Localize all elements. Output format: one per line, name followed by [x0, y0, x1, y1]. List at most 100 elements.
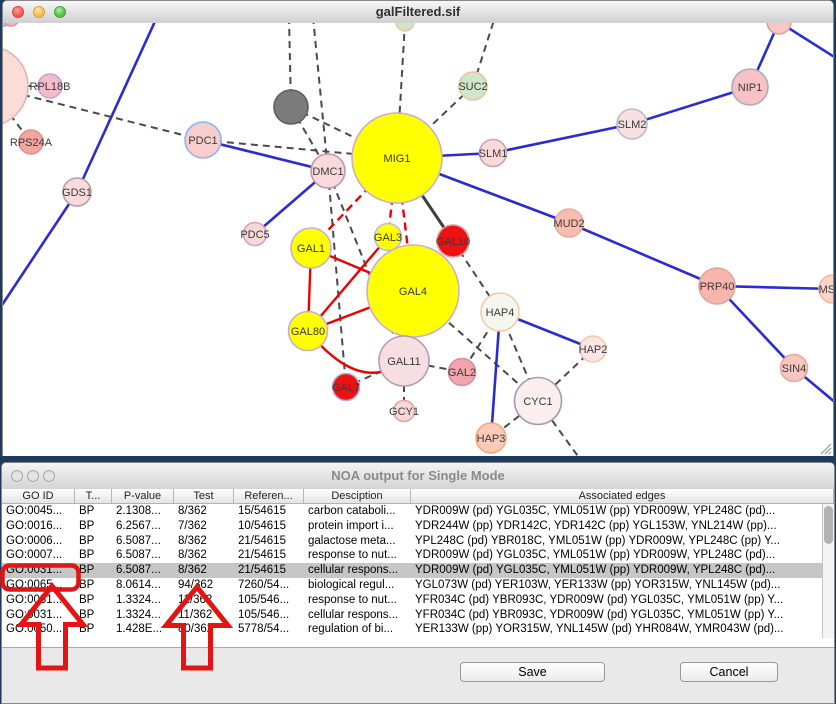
- table-cell[interactable]: GO:0016...: [2, 519, 75, 534]
- table-cell[interactable]: cellular respons...: [304, 563, 411, 578]
- table-cell[interactable]: 7/362: [174, 519, 234, 534]
- graph-node-gray[interactable]: [274, 90, 308, 124]
- table-cell[interactable]: carbon cataboli...: [304, 504, 411, 519]
- table-cell[interactable]: YPL248C (pd) YBR018C, YML051W (pp) YDR00…: [411, 534, 822, 549]
- table-cell[interactable]: BP: [75, 578, 112, 593]
- table-cell[interactable]: 105/546...: [234, 608, 304, 623]
- scrollbar-thumb[interactable]: [824, 506, 833, 544]
- column-header-p-value[interactable]: P-value: [112, 489, 174, 504]
- table-cell[interactable]: YDR009W (pd) YGL035C, YML051W (pp) YDR00…: [411, 504, 822, 519]
- table-cell[interactable]: BP: [75, 622, 112, 637]
- graph-node-green[interactable]: [396, 23, 414, 31]
- table-cell[interactable]: BP: [75, 563, 112, 578]
- minimize-button[interactable]: [33, 6, 45, 18]
- table-cell[interactable]: BP: [75, 534, 112, 549]
- table-cell[interactable]: BP: [75, 593, 112, 608]
- column-header-associated-edges[interactable]: Associated edges: [411, 489, 834, 504]
- table-cell[interactable]: 2.1308...: [112, 504, 174, 519]
- table-row[interactable]: GO:0065...BP8.0614...94/3627260/54...bio…: [2, 578, 822, 593]
- table-cell[interactable]: YDR009W (pd) YGL035C, YML051W (pp) YDR00…: [411, 548, 822, 563]
- column-header-t[interactable]: T...: [75, 489, 112, 504]
- graph-edge[interactable]: [3, 192, 77, 308]
- table-cell[interactable]: 1.428E...: [112, 622, 174, 637]
- table-cell[interactable]: GO:0031...: [2, 608, 75, 623]
- resize-grip-icon[interactable]: [821, 444, 831, 454]
- table-cell[interactable]: GO:0065...: [2, 578, 75, 593]
- table-cell[interactable]: biological regul...: [304, 578, 411, 593]
- minimize-button-inactive[interactable]: [27, 470, 39, 482]
- table-cell[interactable]: 7260/54...: [234, 578, 304, 593]
- cancel-button[interactable]: Cancel: [680, 662, 778, 682]
- graph-edge[interactable]: [77, 23, 157, 192]
- table-cell[interactable]: YFR034C (pd) YBR093C, YDR009W (pd) YGL03…: [411, 608, 822, 623]
- table-cell[interactable]: 11/362: [174, 608, 234, 623]
- column-header-desciption[interactable]: Desciption: [304, 489, 411, 504]
- table-cell[interactable]: 6.5087...: [112, 534, 174, 549]
- table-cell[interactable]: 8.0614...: [112, 578, 174, 593]
- column-header-go-id[interactable]: GO ID: [2, 489, 75, 504]
- table-row[interactable]: GO:0007...BP6.5087...8/36221/54615respon…: [2, 548, 822, 563]
- table-row[interactable]: GO:0031...BP6.5087...8/36221/54615cellul…: [2, 563, 822, 578]
- graph-edge[interactable]: [569, 223, 717, 286]
- table-row[interactable]: GO:0006...BP6.5087...8/36221/54615galact…: [2, 534, 822, 549]
- graph-node-pinktop[interactable]: [767, 23, 791, 34]
- table-cell[interactable]: 11/362: [174, 593, 234, 608]
- table-cell[interactable]: 6.5087...: [112, 548, 174, 563]
- table-cell[interactable]: YDR244W (pp) YDR142C, YDR142C (pp) YGL15…: [411, 519, 822, 534]
- table-cell[interactable]: YGL073W (pd) YER103W, YER133W (pp) YOR31…: [411, 578, 822, 593]
- table-cell[interactable]: 8/362: [174, 504, 234, 519]
- zoom-button[interactable]: [54, 6, 66, 18]
- table-cell[interactable]: response to nut...: [304, 593, 411, 608]
- table-cell[interactable]: GO:0050...: [2, 622, 75, 637]
- table-cell[interactable]: GO:0031...: [2, 593, 75, 608]
- table-header-row[interactable]: GO IDT...P-valueTestReferen...Desciption…: [2, 489, 834, 504]
- table-row[interactable]: GO:0045...BP2.1308...8/36215/54615carbon…: [2, 504, 822, 519]
- table-cell[interactable]: YER133W (pp) YOR315W, YNL145W (pd) YHR08…: [411, 622, 822, 637]
- table-cell[interactable]: GO:0045...: [2, 504, 75, 519]
- close-button-inactive[interactable]: [11, 470, 23, 482]
- table-cell[interactable]: 105/546...: [234, 593, 304, 608]
- column-header-referen[interactable]: Referen...: [234, 489, 304, 504]
- table-cell[interactable]: GO:0007...: [2, 548, 75, 563]
- table-cell[interactable]: protein import i...: [304, 519, 411, 534]
- table-cell[interactable]: galactose meta...: [304, 534, 411, 549]
- table-cell[interactable]: 15/54615: [234, 504, 304, 519]
- graph-edge[interactable]: [493, 124, 632, 153]
- table-cell[interactable]: 8/362: [174, 548, 234, 563]
- table-row[interactable]: GO:0031...BP1.3324...11/362105/546...res…: [2, 593, 822, 608]
- zoom-button-inactive[interactable]: [43, 470, 55, 482]
- table-body[interactable]: GO:0045...BP2.1308...8/36215/54615carbon…: [2, 504, 822, 638]
- table-cell[interactable]: 21/54615: [234, 548, 304, 563]
- graph-edge[interactable]: [203, 140, 328, 171]
- save-button[interactable]: Save: [460, 662, 605, 682]
- table-cell[interactable]: GO:0006...: [2, 534, 75, 549]
- table-cell[interactable]: cellular respons...: [304, 608, 411, 623]
- column-header-test[interactable]: Test: [174, 489, 234, 504]
- network-canvas[interactable]: RPL18BRPS24AGDS1PDC1PDC5DMC1MIG1SUC2SLM1…: [3, 23, 833, 456]
- graph-node-big[interactable]: [3, 46, 28, 126]
- table-cell[interactable]: 5778/54...: [234, 622, 304, 637]
- table-cell[interactable]: 6.5087...: [112, 563, 174, 578]
- table-cell[interactable]: 21/54615: [234, 563, 304, 578]
- table-cell[interactable]: 21/54615: [234, 534, 304, 549]
- table-cell[interactable]: 8/362: [174, 534, 234, 549]
- table-row[interactable]: GO:0031...BP1.3324...11/362105/546...cel…: [2, 608, 822, 623]
- table-cell[interactable]: BP: [75, 504, 112, 519]
- table-cell[interactable]: YFR034C (pd) YBR093C, YDR009W (pd) YGL03…: [411, 593, 822, 608]
- table-cell[interactable]: 8/362: [174, 563, 234, 578]
- table-cell[interactable]: BP: [75, 548, 112, 563]
- table-cell[interactable]: GO:0031...: [2, 563, 75, 578]
- table-cell[interactable]: 1.3324...: [112, 608, 174, 623]
- network-canvas-area[interactable]: RPL18BRPS24AGDS1PDC1PDC5DMC1MIG1SUC2SLM1…: [3, 23, 833, 456]
- table-cell[interactable]: regulation of bi...: [304, 622, 411, 637]
- table-cell[interactable]: BP: [75, 608, 112, 623]
- table-row[interactable]: GO:0016...BP6.2567...7/36210/54615protei…: [2, 519, 822, 534]
- table-cell[interactable]: BP: [75, 519, 112, 534]
- table-row[interactable]: GO:0050...BP1.428E...80/3625778/54...reg…: [2, 622, 822, 637]
- table-cell[interactable]: 94/362: [174, 578, 234, 593]
- table-cell[interactable]: 10/54615: [234, 519, 304, 534]
- table-cell[interactable]: 1.3324...: [112, 593, 174, 608]
- table-cell[interactable]: YDR009W (pd) YGL035C, YML051W (pp) YDR00…: [411, 563, 822, 578]
- table-cell[interactable]: response to nut...: [304, 548, 411, 563]
- table-cell[interactable]: 80/362: [174, 622, 234, 637]
